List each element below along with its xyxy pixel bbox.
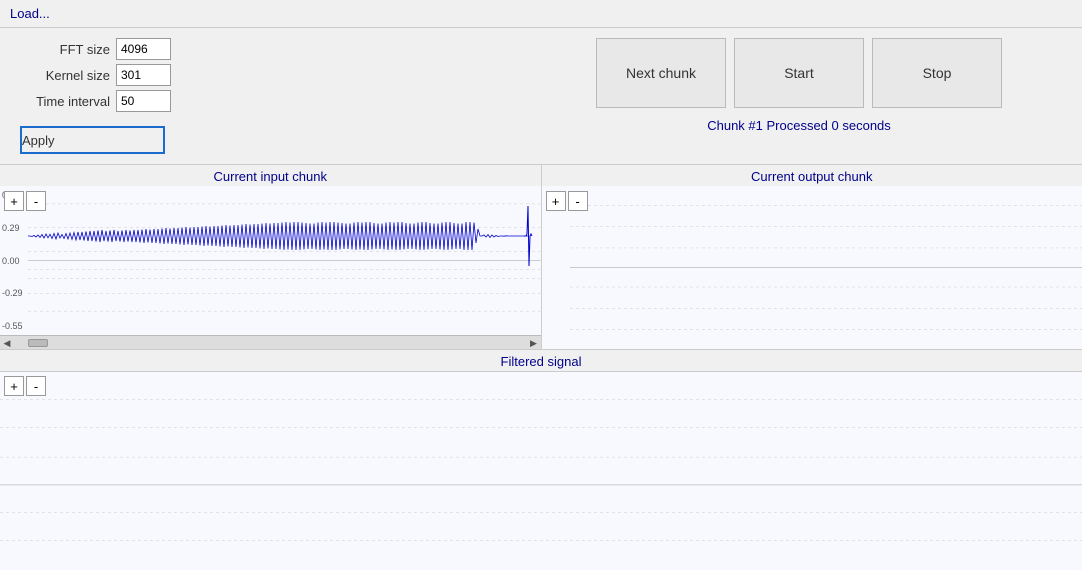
output-zoom-in[interactable]: +: [546, 191, 566, 211]
input-spike: [524, 206, 532, 266]
chunk-buttons: Next chunk Start Stop: [596, 38, 1002, 108]
input-chart-title: Current input chunk: [0, 165, 541, 186]
kernel-input[interactable]: [116, 64, 171, 86]
controls-row: FFT size Kernel size Time interval Apply…: [0, 28, 1082, 165]
output-zoom-out[interactable]: -: [568, 191, 588, 211]
filtered-chart-title: Filtered signal: [0, 350, 1082, 372]
next-chunk-button[interactable]: Next chunk: [596, 38, 726, 108]
charts-area: Current input chunk + - 0.58 0.29 0.00 -…: [0, 165, 1082, 570]
input-zoom-controls: + -: [4, 191, 46, 211]
output-chart-content: [542, 186, 1082, 349]
input-chart-panel: Current input chunk + - 0.58 0.29 0.00 -…: [0, 165, 542, 349]
output-waveform-svg: [570, 186, 1082, 349]
fft-input[interactable]: [116, 38, 171, 60]
fft-label: FFT size: [20, 42, 110, 57]
top-charts: Current input chunk + - 0.58 0.29 0.00 -…: [0, 165, 1082, 350]
start-button[interactable]: Start: [734, 38, 864, 108]
time-input[interactable]: [116, 90, 171, 112]
input-scrollbar[interactable]: ◀ ▶: [0, 335, 541, 349]
scroll-left-button[interactable]: ◀: [2, 338, 12, 348]
time-row: Time interval: [20, 90, 171, 112]
filtered-chart-panel: Filtered signal + -: [0, 350, 1082, 570]
output-chart-title: Current output chunk: [542, 165, 1082, 186]
load-link[interactable]: Load...: [10, 6, 50, 21]
status-text: Chunk #1 Processed 0 seconds: [707, 118, 891, 133]
filtered-zoom-controls: + -: [4, 376, 46, 396]
time-label: Time interval: [20, 94, 110, 109]
right-controls: Next chunk Start Stop Chunk #1 Processed…: [596, 38, 1002, 133]
filtered-waveform-svg: [0, 372, 1082, 570]
input-waveform-svg: [28, 186, 541, 335]
input-zoom-out[interactable]: -: [26, 191, 46, 211]
filtered-zoom-out[interactable]: -: [26, 376, 46, 396]
params-section: FFT size Kernel size Time interval Apply: [20, 38, 171, 154]
output-chart-panel: Current output chunk + -: [542, 165, 1082, 349]
main-container: FFT size Kernel size Time interval Apply…: [0, 28, 1082, 570]
kernel-label: Kernel size: [20, 68, 110, 83]
fft-row: FFT size: [20, 38, 171, 60]
filtered-chart-content: + -: [0, 372, 1082, 570]
input-waveform: [28, 222, 528, 250]
scroll-right-button[interactable]: ▶: [529, 338, 539, 348]
apply-button[interactable]: Apply: [20, 126, 165, 154]
kernel-row: Kernel size: [20, 64, 171, 86]
input-zoom-in[interactable]: +: [4, 191, 24, 211]
scroll-thumb[interactable]: [28, 339, 48, 347]
input-chart-content: 0.58 0.29 0.00 -0.29 -0.55: [0, 186, 541, 335]
filtered-zoom-in[interactable]: +: [4, 376, 24, 396]
stop-button[interactable]: Stop: [872, 38, 1002, 108]
top-bar: Load...: [0, 0, 1082, 28]
output-zoom-controls: + -: [546, 191, 588, 211]
